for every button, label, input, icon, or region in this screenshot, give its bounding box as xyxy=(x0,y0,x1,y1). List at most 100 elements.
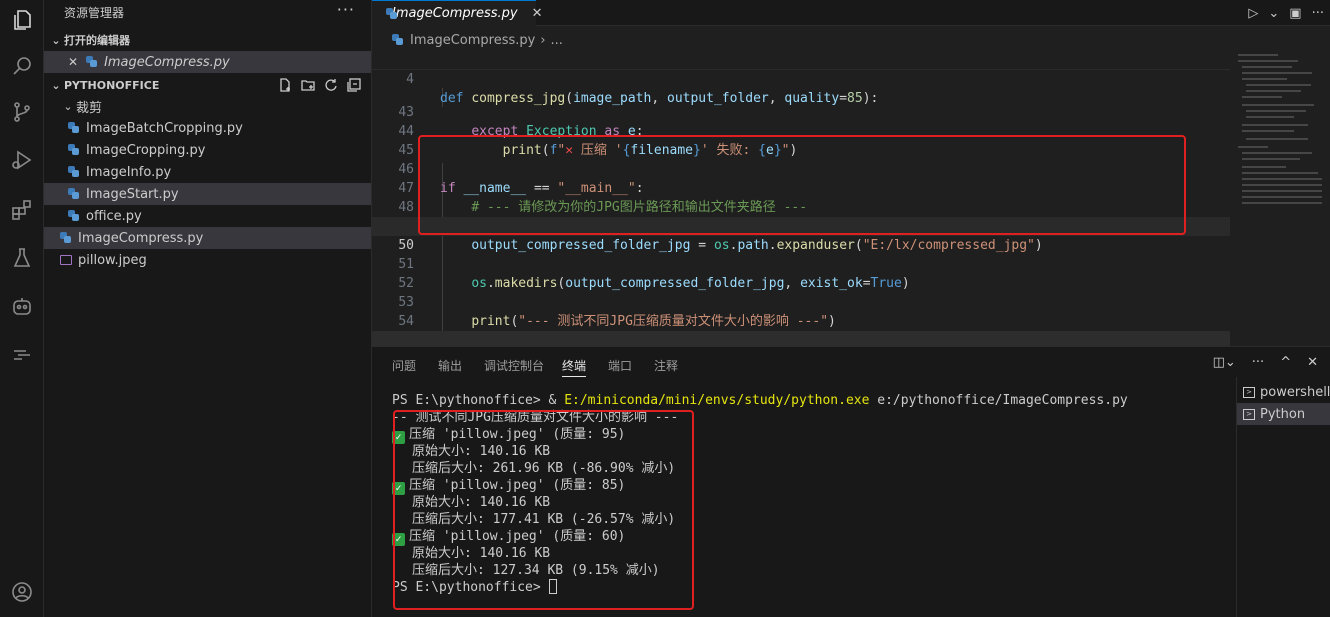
minimap-line xyxy=(1242,158,1300,160)
minimap-line xyxy=(1238,146,1268,148)
more-actions-icon[interactable]: ··· xyxy=(1252,355,1264,370)
explorer-title: 资源管理器 xyxy=(64,6,125,20)
breadcrumb-file[interactable]: ImageCompress.py xyxy=(410,33,535,48)
refresh-icon[interactable] xyxy=(324,78,338,92)
editor-actions: ▷ ⌄ ▣ ··· xyxy=(1248,0,1330,26)
terminal-item-powershell[interactable]: > powershell xyxy=(1237,381,1330,403)
split-editor-icon[interactable]: ▣ xyxy=(1289,6,1301,21)
chevron-down-icon[interactable]: ⌄ xyxy=(1268,6,1279,21)
collapse-all-icon[interactable] xyxy=(347,78,361,92)
terminal-icon: > xyxy=(1243,386,1255,398)
minimap-line xyxy=(1238,60,1298,62)
minimap-line xyxy=(1242,104,1314,106)
minimap-line xyxy=(1246,138,1308,140)
testing-icon[interactable] xyxy=(8,244,36,272)
python-file-icon xyxy=(68,188,80,200)
minimap-line xyxy=(1242,166,1286,168)
minimap[interactable] xyxy=(1230,50,1330,346)
minimap-line xyxy=(1242,66,1292,68)
minimap-line xyxy=(1242,196,1322,198)
chevron-down-icon: ⌄ xyxy=(51,33,61,47)
copilot-icon[interactable] xyxy=(8,292,36,320)
minimap-line xyxy=(1242,78,1287,80)
new-file-icon[interactable] xyxy=(278,78,292,92)
tab-debug-console[interactable]: 调试控制台 xyxy=(484,357,544,374)
minimap-line xyxy=(1242,96,1282,98)
terminal-icon: > xyxy=(1243,408,1255,420)
minimap-line xyxy=(1242,184,1322,186)
search-icon[interactable] xyxy=(8,52,36,80)
python-file-icon xyxy=(86,56,98,68)
minimap-line xyxy=(1242,124,1308,126)
more-actions-icon[interactable]: ··· xyxy=(1312,6,1324,21)
more-actions-icon[interactable]: ··· xyxy=(337,0,355,19)
minimap-line xyxy=(1242,190,1322,192)
close-icon[interactable]: ✕ xyxy=(68,55,78,69)
code-line[interactable]: 52 xyxy=(372,255,1230,291)
breadcrumb-more[interactable]: ... xyxy=(551,33,563,48)
highlight-box xyxy=(393,410,694,610)
file-item[interactable]: office.py xyxy=(44,205,371,227)
tab-ports[interactable]: 端口 xyxy=(608,357,632,374)
new-folder-icon[interactable] xyxy=(301,78,315,92)
python-file-icon xyxy=(392,34,404,46)
open-editor-item[interactable]: ✕ ImageCompress.py xyxy=(44,51,371,73)
tab-comments[interactable]: 注释 xyxy=(654,357,678,374)
open-editors-header[interactable]: ⌄ 打开的编辑器 xyxy=(44,29,371,51)
source-control-icon[interactable] xyxy=(8,98,36,126)
highlight-box xyxy=(418,135,1186,235)
file-item[interactable]: ImageBatchCropping.py xyxy=(44,117,371,139)
breadcrumb-separator: › xyxy=(540,32,546,48)
minimap-line xyxy=(1242,72,1312,74)
tab-output[interactable]: 输出 xyxy=(438,357,462,374)
terminal-list: > powershell > Python xyxy=(1236,377,1330,617)
file-item[interactable]: ImageStart.py xyxy=(44,183,371,205)
python-file-icon xyxy=(68,166,80,178)
run-debug-icon[interactable] xyxy=(8,146,36,174)
terminal-line: PS E:\pythonoffice> & E:/miniconda/mini/… xyxy=(392,393,1128,408)
minimap-line xyxy=(1246,84,1311,86)
maximize-icon[interactable]: ^ xyxy=(1280,355,1291,370)
file-item[interactable]: pillow.jpeg xyxy=(44,249,371,271)
tab-imagecompress[interactable]: ImageCompress.py ✕ xyxy=(372,0,543,26)
minimap-line xyxy=(1242,130,1294,132)
minimap-line xyxy=(1242,178,1322,180)
file-item[interactable]: ImageInfo.py xyxy=(44,161,371,183)
panel-actions: ◫⌄ ··· ^ ✕ xyxy=(1213,355,1318,370)
code-line[interactable]: 56 compress_jpg(source_jpg_image, output… xyxy=(372,331,1230,346)
layout-icon[interactable]: ◫⌄ xyxy=(1213,355,1236,370)
python-file-icon xyxy=(68,210,80,222)
sticky-scroll-line[interactable]: 4 def compress_jpg(image_path, output_fo… xyxy=(372,51,1230,106)
minimap-line xyxy=(1246,110,1306,112)
explorer-icon[interactable] xyxy=(8,6,36,34)
tab-problems[interactable]: 问题 xyxy=(392,357,416,374)
code-line[interactable]: 44 print(f"✕ 压缩 '{filename}' 失败: {e}") xyxy=(372,103,1230,158)
python-file-icon xyxy=(68,144,80,156)
file-item[interactable]: ImageCropping.py xyxy=(44,139,371,161)
editor-tab-bar: ImageCompress.py ✕ ▷ ⌄ ▣ ··· xyxy=(372,0,1330,26)
terminal-item-python[interactable]: > Python xyxy=(1237,403,1330,425)
code-line[interactable]: 51 os.makedirs(output_compressed_folder_… xyxy=(372,236,1230,291)
code-line[interactable]: 53 print("--- 测试不同JPG压缩质量对文件大小的影响 ---") xyxy=(372,274,1230,329)
close-icon[interactable]: ✕ xyxy=(1307,355,1318,370)
project-header[interactable]: ⌄ PYTHONOFFICE xyxy=(44,74,371,96)
minimap-line xyxy=(1242,152,1312,154)
extensions-icon[interactable] xyxy=(8,196,36,224)
remote-explorer-icon[interactable] xyxy=(8,340,36,368)
account-icon[interactable] xyxy=(8,578,36,606)
explorer-sidebar: 资源管理器 ··· ⌄ 打开的编辑器 ✕ ImageCompress.py ⌄ … xyxy=(44,0,372,617)
minimap-line xyxy=(1242,202,1322,204)
file-item-active[interactable]: ImageCompress.py xyxy=(44,227,371,249)
breadcrumb: ImageCompress.py › ... xyxy=(372,30,563,50)
code-line[interactable]: 43 except Exception as e: xyxy=(372,84,1230,139)
run-icon[interactable]: ▷ xyxy=(1248,6,1258,21)
close-icon[interactable]: ✕ xyxy=(532,6,543,21)
tab-terminal[interactable]: 终端 xyxy=(562,357,587,377)
code-line[interactable]: 54 compress_jpg(source_jpg_image, output… xyxy=(372,293,1230,346)
folder-caijian[interactable]: ⌄ 裁剪 xyxy=(44,95,371,117)
minimap-line xyxy=(1246,116,1294,118)
minimap-line xyxy=(1246,90,1301,92)
code-line[interactable]: 55 compress_jpg(source_jpg_image, output… xyxy=(372,312,1230,346)
python-file-icon xyxy=(60,232,72,244)
chevron-down-icon: ⌄ xyxy=(51,78,61,92)
